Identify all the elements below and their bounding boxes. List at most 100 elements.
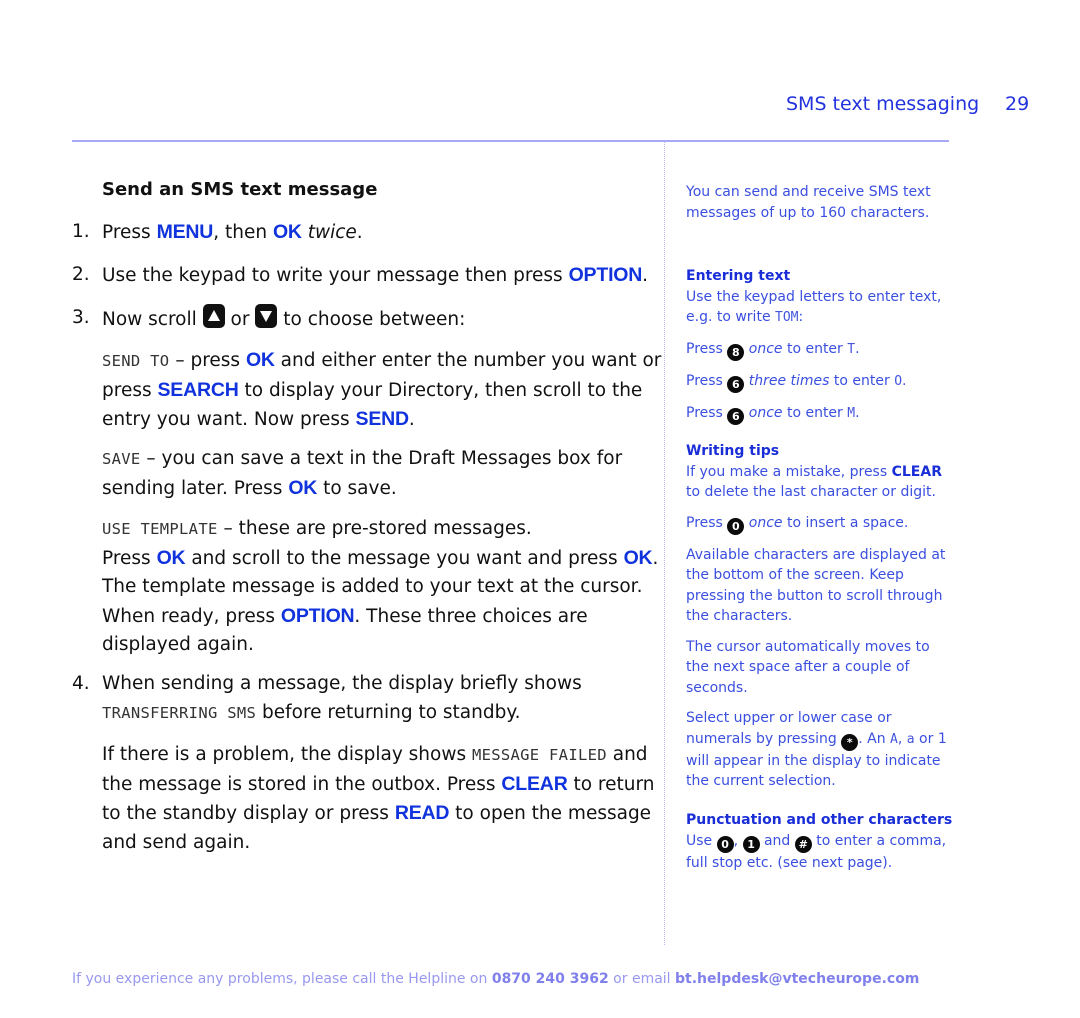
emphasis: twice	[307, 222, 357, 243]
problem-note: If there is a problem, the display shows…	[102, 741, 662, 857]
text: :	[798, 309, 804, 325]
column-divider	[664, 142, 665, 945]
sidebar-entering-text: Entering text Use the keypad letters to …	[686, 266, 956, 425]
lcd-text: a	[906, 731, 915, 747]
sidebar-key-line: Press 0 once to insert a space.	[686, 513, 956, 535]
keyword-search: SEARCH	[157, 378, 239, 401]
text: Press	[686, 340, 728, 357]
text: to enter	[782, 340, 848, 357]
text: .	[642, 265, 649, 286]
emphasis: three times	[748, 372, 830, 389]
emphasis: once	[748, 340, 783, 357]
lcd-text: A	[890, 731, 898, 747]
text: ,	[733, 832, 743, 849]
text: to save.	[317, 477, 397, 499]
text: Press	[102, 222, 157, 243]
keyword-clear: CLEAR	[501, 772, 568, 795]
text: Now scroll	[102, 309, 203, 330]
text: .	[408, 409, 415, 430]
scroll-down-key-icon	[255, 304, 278, 328]
text: Use the keypad letters to enter text, e.…	[686, 288, 942, 326]
section-title: SMS text messaging	[786, 93, 980, 115]
key-8-icon: 8	[727, 343, 745, 361]
step-number: 2.	[72, 264, 90, 285]
sidebar-text: If you make a mistake, press CLEAR to de…	[686, 462, 956, 503]
step-number: 1.	[72, 221, 90, 242]
scroll-up-key-icon	[202, 304, 225, 328]
keyword-send: SEND	[355, 408, 410, 430]
lcd-text: SEND TO	[102, 352, 170, 370]
text: will appear in the display to indicate t…	[686, 752, 941, 790]
helpline-phone: 0870 240 3962	[491, 971, 609, 987]
keyword-read: READ	[394, 802, 450, 824]
sidebar-heading: Entering text	[686, 268, 791, 284]
text: to choose between:	[277, 309, 466, 330]
sidebar-punctuation: Punctuation and other characters Use 0, …	[686, 810, 956, 873]
text: Press	[686, 404, 728, 421]
footer-helpline: If you experience any problems, please c…	[72, 971, 919, 987]
sidebar-writing-tips: Writing tips If you make a mistake, pres…	[686, 441, 956, 792]
text: Use the keypad to write your message the…	[102, 265, 569, 286]
sidebar-text: Use the keypad letters to enter text, e.…	[686, 287, 956, 329]
text: – these are pre-stored messages.	[217, 518, 532, 539]
text: Use	[686, 832, 717, 849]
emphasis: once	[748, 514, 783, 531]
sidebar-text: Available characters are displayed at th…	[686, 546, 946, 625]
text: If you experience any problems, please c…	[72, 971, 492, 987]
lcd-text: M	[847, 405, 856, 421]
lcd-text: TRANSFERRING SMS	[102, 703, 257, 722]
keyword-ok: OK	[288, 476, 318, 499]
text: – press	[169, 350, 246, 371]
text: ,	[897, 730, 907, 747]
lcd-text: USE TEMPLATE	[102, 520, 218, 538]
text: .	[902, 372, 907, 389]
key-6-icon: 6	[727, 407, 745, 425]
lcd-text: SAVE	[102, 450, 141, 468]
keyword-clear: CLEAR	[891, 463, 942, 480]
keyword-option: OPTION	[568, 264, 643, 286]
key-6-icon: 6	[727, 375, 745, 393]
sidebar-heading: Writing tips	[686, 443, 780, 459]
text: and scroll to the message you want and p…	[185, 547, 624, 569]
option-save: SAVE – you can save a text in the Draft …	[102, 445, 662, 503]
text: If you make a mistake, press	[686, 463, 892, 480]
keyword-ok: OK	[156, 546, 186, 569]
key-0-icon: 0	[727, 517, 745, 535]
helpdesk-email[interactable]: bt.helpdesk@vtecheurope.com	[675, 971, 919, 987]
option-send-to: SEND TO – press OK and either enter the …	[102, 346, 662, 435]
text: or email	[608, 971, 676, 987]
page-number: 29	[1005, 93, 1030, 115]
section-heading: Send an SMS text message	[102, 179, 378, 200]
sidebar-key-line: Press 6 three times to enter O.	[686, 371, 956, 393]
text: If there is a problem, the display shows	[102, 744, 472, 765]
keyword-ok: OK	[623, 546, 653, 569]
text: When sending a message, the display brie…	[102, 673, 582, 694]
key-hash-icon: #	[794, 835, 812, 853]
key-1-icon: 1	[742, 835, 760, 853]
emphasis: once	[748, 404, 783, 421]
text: before returning to standby.	[256, 701, 521, 723]
lcd-text: MESSAGE FAILED	[472, 746, 607, 764]
sidebar-text: Use 0, 1 and # to enter a comma, full st…	[686, 831, 956, 874]
text: or	[914, 730, 938, 747]
lcd-text: TOM	[775, 310, 799, 325]
sidebar-key-line: Press 6 once to enter M.	[686, 403, 956, 425]
text: .	[855, 404, 860, 421]
text: . An	[858, 730, 891, 747]
text: Press	[102, 547, 157, 569]
key-star-icon: *	[841, 733, 859, 751]
keyword-menu: MENU	[156, 221, 214, 243]
text: to delete the last character or digit.	[686, 484, 936, 500]
lcd-text: 1	[937, 730, 947, 747]
option-use-template: USE TEMPLATE – these are pre-stored mess…	[102, 515, 662, 660]
step-number: 4.	[72, 673, 90, 694]
text: Press	[686, 372, 728, 389]
text: or	[224, 309, 256, 330]
text: to enter	[829, 372, 895, 389]
sidebar-key-line: Press 8 once to enter T.	[686, 339, 956, 361]
text: and	[759, 832, 795, 849]
sidebar-text: Select upper or lower case or numerals b…	[686, 708, 956, 792]
text: to insert a space.	[782, 514, 909, 531]
keyword-ok: OK	[272, 221, 302, 243]
text: to enter	[782, 404, 848, 421]
